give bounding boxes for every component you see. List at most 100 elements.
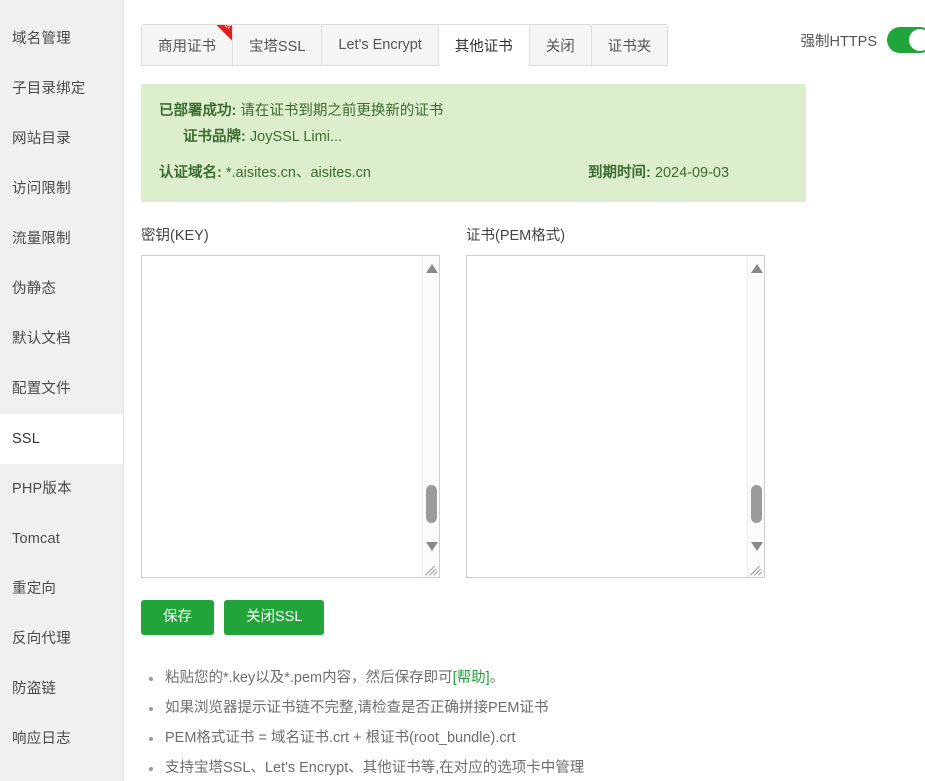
key-scrollbar[interactable] <box>422 256 439 577</box>
tip-item: PEM格式证书 = 域名证书.crt + 根证书(root_bundle).cr… <box>141 723 925 753</box>
sidebar-item-label: 网站目录 <box>12 131 71 147</box>
sidebar-item-label: 伪静态 <box>12 281 57 297</box>
tip-item: 支持宝塔SSL、Let's Encrypt、其他证书等,在对应的选项卡中管理 <box>141 753 925 781</box>
sidebar-item-label: 防盗链 <box>12 681 57 697</box>
alert-status-text: 请在证书到期之前更换新的证书 <box>240 103 444 119</box>
key-textarea-content[interactable] <box>142 256 422 577</box>
sidebar-item-1[interactable]: 域名管理 <box>0 14 123 64</box>
sidebar: 域名管理子目录绑定网站目录访问限制流量限制伪静态默认文档配置文件 SSL PHP版本… <box>0 0 124 781</box>
sidebar-item-10[interactable]: PHP版本 <box>0 464 123 514</box>
tip-text: 支持宝塔SSL、Let's Encrypt、其他证书等,在对应的选项卡中管理 <box>165 760 585 777</box>
sidebar-item-11[interactable]: Tomcat <box>0 514 123 564</box>
sidebar-item-4[interactable]: 访问限制 <box>0 164 123 214</box>
alert-detail-row: 认证域名: *.aisites.cn、aisites.cn 到期时间: 2024… <box>159 160 788 186</box>
alert-status-label: 已部署成功: <box>159 103 237 119</box>
sidebar-item-13[interactable]: 反向代理 <box>0 614 123 664</box>
tip-text: 如果浏览器提示证书链不完整,请检查是否正确拼接PEM证书 <box>165 700 549 717</box>
close-ssl-button[interactable]: 关闭SSL <box>224 600 325 636</box>
sidebar-item-7[interactable]: 默认文档 <box>0 314 123 364</box>
top-bar: 商用证书优惠宝塔SSL Let's Encrypt 其他证书 关闭 证书夹 强制HTTP… <box>124 0 925 80</box>
resize-grip-icon[interactable] <box>424 562 438 576</box>
alert-expiry-label: 到期时间: <box>588 165 651 181</box>
tip-item: 粘贴您的*.key以及*.pem内容，然后保存即可[帮助]。 <box>141 663 925 693</box>
sidebar-item-5[interactable]: 流量限制 <box>0 214 123 264</box>
sidebar-item-label: 重定向 <box>12 581 57 597</box>
pem-scrollbar[interactable] <box>747 256 764 577</box>
sidebar-item-label: 默认文档 <box>12 331 71 347</box>
alert-domain-label: 认证域名: <box>159 165 222 181</box>
alert-status-row: 已部署成功: 请在证书到期之前更换新的证书 <box>159 98 788 124</box>
pem-textarea-content[interactable] <box>467 256 747 577</box>
tip-text: 粘贴您的*.key以及*.pem内容，然后保存即可 <box>165 670 453 687</box>
key-field-label: 密钥(KEY) <box>141 228 209 244</box>
help-link[interactable]: [帮助] <box>453 670 490 686</box>
sidebar-item-label: 反向代理 <box>12 631 71 647</box>
sidebar-item-label: 响应日志 <box>12 731 71 747</box>
alert-expiry-block: 到期时间: 2024-09-03 <box>588 160 788 186</box>
alert-domain-value: *.aisites.cn、aisites.cn <box>225 165 371 181</box>
sidebar-item-2[interactable]: 子目录绑定 <box>0 64 123 114</box>
main-panel: 商用证书优惠宝塔SSL Let's Encrypt 其他证书 关闭 证书夹 强制HTTP… <box>124 0 925 781</box>
scrollbar-thumb[interactable] <box>751 485 762 523</box>
action-buttons: 保存 关闭SSL <box>141 600 925 636</box>
sidebar-item-label: PHP版本 <box>12 481 72 497</box>
pem-column: 证书(PEM格式) <box>466 224 765 578</box>
ssl-settings-page: 域名管理子目录绑定网站目录访问限制流量限制伪静态默认文档配置文件 SSL PHP版本… <box>0 0 925 781</box>
sidebar-item-15[interactable]: 响应日志 <box>0 714 123 764</box>
tab-1[interactable]: 商用证书优惠 <box>142 25 233 65</box>
resize-grip-icon[interactable] <box>749 562 763 576</box>
tip-text: PEM格式证书 = 域名证书.crt + 根证书(root_bundle).cr… <box>165 730 516 747</box>
tab-2[interactable]: 宝塔SSL <box>233 25 323 65</box>
tab-4[interactable]: 其他证书 <box>438 25 530 66</box>
sidebar-item-label: 配置文件 <box>12 381 71 397</box>
deploy-status-alert: 已部署成功: 请在证书到期之前更换新的证书 证书品牌: JoySSL Limi.… <box>141 84 806 202</box>
sidebar-top-spacer <box>0 0 123 14</box>
tab-label: 关闭 <box>545 38 575 55</box>
tab-label: Let's Encrypt <box>338 37 422 53</box>
key-column: 密钥(KEY) <box>141 224 440 578</box>
pem-textarea[interactable] <box>466 255 765 578</box>
sidebar-item-label: SSL <box>12 431 41 447</box>
sidebar-item-list: 域名管理子目录绑定网站目录访问限制流量限制伪静态默认文档配置文件 SSL PHP版本… <box>0 14 123 764</box>
sidebar-item-label: 域名管理 <box>12 31 71 47</box>
tab-label: 其他证书 <box>454 38 513 55</box>
sidebar-item-6[interactable]: 伪静态 <box>0 264 123 314</box>
content-area: 已部署成功: 请在证书到期之前更换新的证书 证书品牌: JoySSL Limi.… <box>141 84 925 781</box>
tab-bar: 商用证书优惠宝塔SSL Let's Encrypt 其他证书 关闭 证书夹 <box>141 24 669 66</box>
alert-brand-label: 证书品牌: <box>183 129 246 145</box>
save-button[interactable]: 保存 <box>141 600 214 636</box>
tab-6[interactable]: 证书夹 <box>591 25 668 65</box>
alert-expiry-value: 2024-09-03 <box>654 165 730 181</box>
sidebar-item-14[interactable]: 防盗链 <box>0 664 123 714</box>
sidebar-item-label: 子目录绑定 <box>12 81 86 97</box>
sidebar-item-label: Tomcat <box>12 531 60 547</box>
force-https-label: 强制HTTPS <box>800 33 877 50</box>
sidebar-item-12[interactable]: 重定向 <box>0 564 123 614</box>
tab-3[interactable]: Let's Encrypt <box>322 25 439 65</box>
tip-item: 如果浏览器提示证书链不完整,请检查是否正确拼接PEM证书 <box>141 693 925 723</box>
tab-label: 商用证书 <box>158 38 216 55</box>
tips-list: 粘贴您的*.key以及*.pem内容，然后保存即可[帮助]。如果浏览器提示证书链… <box>141 663 925 781</box>
certificate-inputs: 密钥(KEY) 证书(PEM格式) <box>141 224 925 578</box>
sidebar-item-9[interactable]: SSL <box>0 414 123 464</box>
sidebar-item-label: 流量限制 <box>12 231 71 247</box>
sidebar-item-label: 访问限制 <box>12 181 71 197</box>
tip-text-suffix: 。 <box>489 670 505 687</box>
toggle-knob <box>909 29 925 51</box>
sidebar-item-8[interactable]: 配置文件 <box>0 364 123 414</box>
scroll-down-icon[interactable] <box>748 538 764 555</box>
tab-5[interactable]: 关闭 <box>529 25 592 65</box>
scroll-down-icon[interactable] <box>423 538 439 555</box>
pem-field-label: 证书(PEM格式) <box>466 228 566 244</box>
alert-domain-block: 认证域名: *.aisites.cn、aisites.cn <box>159 160 371 186</box>
scroll-up-icon[interactable] <box>748 260 764 277</box>
sidebar-item-3[interactable]: 网站目录 <box>0 114 123 164</box>
scroll-up-icon[interactable] <box>423 260 439 277</box>
force-https-control[interactable]: 强制HTTPS <box>800 27 925 53</box>
tab-label: 证书夹 <box>607 38 652 55</box>
force-https-toggle[interactable] <box>887 27 925 53</box>
key-textarea[interactable] <box>141 255 440 578</box>
alert-brand-row: 证书品牌: JoySSL Limi... <box>159 124 788 150</box>
scrollbar-thumb[interactable] <box>426 485 437 523</box>
alert-brand-value: JoySSL Limi... <box>249 129 343 145</box>
